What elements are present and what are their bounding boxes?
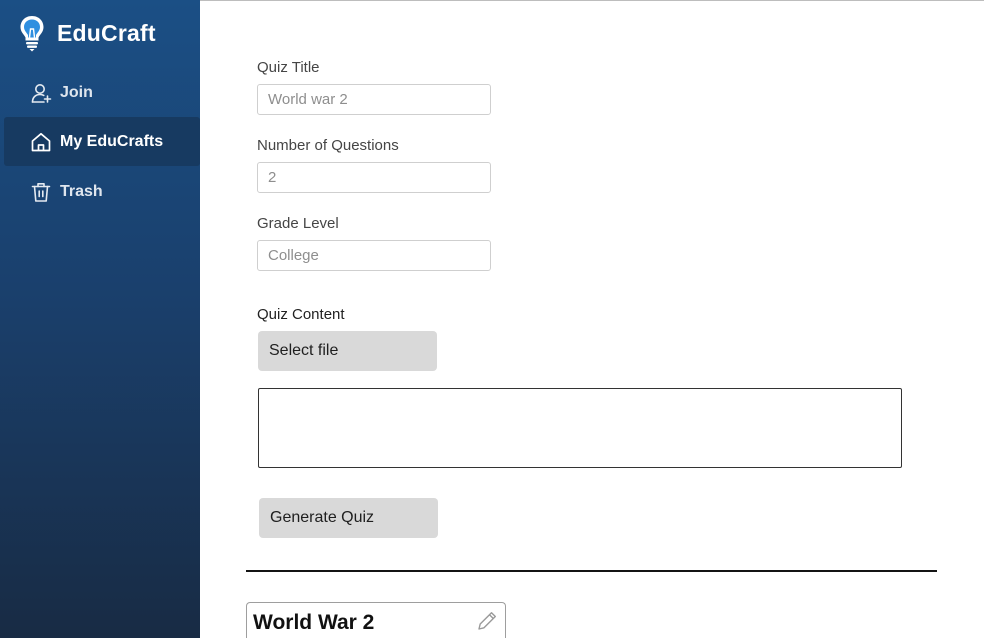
sidebar: EduCraft Join My EduCrafts Trash [0,0,200,638]
user-plus-icon [30,82,52,104]
home-icon [30,131,52,153]
sidebar-item-trash[interactable]: Trash [4,167,200,216]
select-file-button[interactable]: Select file [258,331,437,371]
quiz-content-textarea[interactable] [258,388,902,468]
section-divider [246,570,937,572]
app-root: EduCraft Join My EduCrafts Trash Quiz Ti… [0,0,984,638]
grade-level-label: Grade Level [257,215,339,232]
num-questions-input[interactable] [257,162,491,193]
num-questions-label: Number of Questions [257,137,399,154]
quiz-title-input[interactable] [257,84,491,115]
pencil-icon[interactable] [475,609,499,633]
quiz-card[interactable]: World War 2 [246,602,506,638]
sidebar-item-my-educrafts[interactable]: My EduCrafts [4,117,200,166]
sidebar-item-label: Join [60,83,93,101]
brand-name: EduCraft [57,19,156,46]
sidebar-item-label: My EduCrafts [60,132,164,150]
trash-icon [30,181,52,203]
generate-quiz-button[interactable]: Generate Quiz [259,498,438,538]
lightbulb-icon [18,14,46,52]
quiz-title-label: Quiz Title [257,59,320,76]
main-content: Quiz Title Number of Questions Grade Lev… [200,0,984,638]
brand[interactable]: EduCraft [18,14,156,52]
sidebar-item-join[interactable]: Join [4,68,200,117]
quiz-content-label: Quiz Content [257,306,345,323]
sidebar-item-label: Trash [60,182,103,200]
quiz-card-title: World War 2 [253,611,375,634]
grade-level-input[interactable] [257,240,491,271]
